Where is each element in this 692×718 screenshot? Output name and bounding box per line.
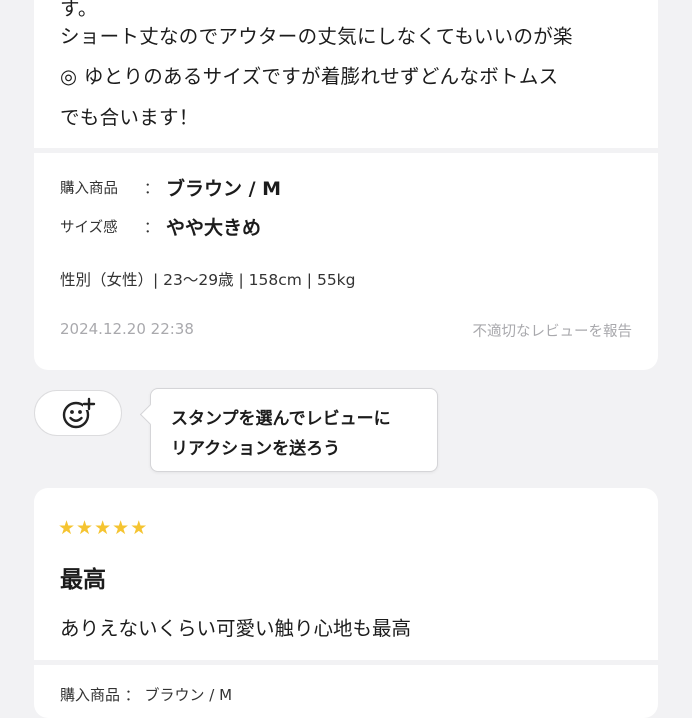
review-body-line: ショート丈なのでアウターの丈気にしなくてもいいのが楽: [60, 25, 573, 48]
star-icon: ★: [76, 517, 94, 539]
attr-value: ブラウン / M: [166, 178, 282, 200]
star-icon: ★: [112, 517, 130, 539]
review-body-line: ◎ ゆとりのあるサイズですが着膨れせずどんなボトムス: [60, 65, 559, 88]
review-body-line: でも合います！: [60, 106, 199, 129]
star-icon: ★: [94, 517, 112, 539]
smiley-plus-icon: [62, 397, 96, 429]
tooltip-line: スタンプを選んでレビューに: [171, 409, 391, 429]
report-review-link[interactable]: 不適切なレビューを報告: [473, 320, 633, 341]
attr-label: 購入商品: [60, 181, 118, 197]
attr-label: サイズ感: [60, 220, 118, 236]
purchased-item-row: 購入商品 ： ブラウン / M: [60, 174, 281, 201]
attr-colon: ：: [144, 218, 160, 236]
attr-colon: ：: [144, 179, 160, 197]
star-icon: ★: [130, 517, 148, 539]
review-body: ありえないくらい可愛い触り心地も最高: [60, 617, 412, 640]
reviewer-profile: 性別（女性）| 23～29歳 | 158cm | 55kg: [60, 271, 356, 289]
review-title: 最高: [60, 567, 106, 593]
stamp-tooltip: スタンプを選んでレビューに リアクションを送ろう: [139, 388, 438, 472]
review-card: す。 ショート丈なのでアウターの丈気にしなくてもいいのが楽 ◎ ゆとりのあるサイ…: [34, 0, 658, 370]
review-card: ★ ★ ★ ★ ★ 最高 ありえないくらい可愛い触り心地も最高 購入商品 ： ブ…: [34, 488, 658, 718]
tooltip-line: リアクションを送ろう: [171, 439, 341, 459]
section-divider: [34, 148, 658, 153]
star-rating: ★ ★ ★ ★ ★: [58, 518, 147, 538]
review-date: 2024.12.20 22:38: [60, 320, 194, 338]
attr-value: やや大きめ: [166, 217, 262, 239]
star-icon: ★: [58, 517, 76, 539]
section-divider: [34, 660, 658, 665]
size-feel-row: サイズ感 ： やや大きめ: [60, 213, 261, 240]
review-body-line: す。: [60, 0, 98, 20]
purchased-item-row: 購入商品 ： ブラウン / M: [60, 686, 233, 704]
tooltip-arrow: [139, 403, 162, 426]
stamp-reaction-button[interactable]: [34, 390, 122, 436]
